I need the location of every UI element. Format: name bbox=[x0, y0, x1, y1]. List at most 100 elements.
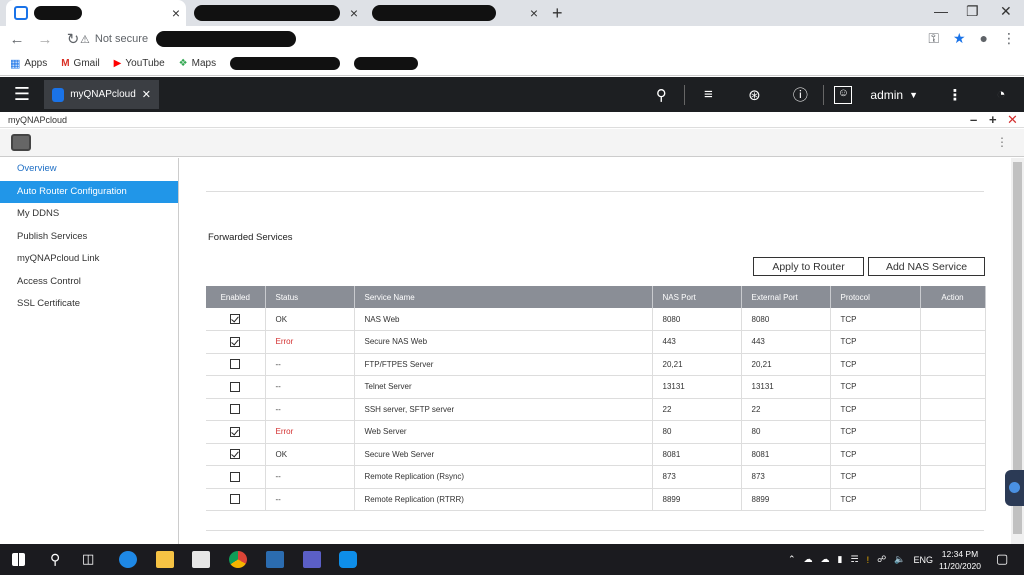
remote-desktop-icon[interactable] bbox=[266, 551, 284, 568]
app-tab-myqnapcloud[interactable]: myQNAPcloud ✕ bbox=[44, 80, 159, 109]
browser-tab[interactable]: × bbox=[186, 0, 364, 26]
enabled-checkbox[interactable] bbox=[230, 494, 241, 505]
bookmark-youtube[interactable]: ▶ YouTube bbox=[114, 58, 165, 69]
search-icon[interactable]: ⚲ bbox=[50, 551, 60, 568]
chrome-icon[interactable] bbox=[229, 551, 247, 568]
browser-tab[interactable]: × bbox=[364, 0, 544, 26]
profile-avatar-icon[interactable]: ● bbox=[980, 30, 988, 47]
close-window-icon[interactable]: ✕ bbox=[1000, 3, 1012, 20]
security-status: Not secure bbox=[94, 33, 149, 45]
floating-widget-icon[interactable] bbox=[1005, 470, 1024, 506]
user-icon: ☺ bbox=[834, 85, 853, 104]
enabled-checkbox-cell[interactable] bbox=[206, 308, 266, 331]
close-icon[interactable]: ✕ bbox=[1007, 112, 1018, 128]
edge-icon[interactable] bbox=[119, 551, 137, 568]
notifications-icon[interactable]: ▢ bbox=[996, 551, 1008, 567]
enabled-checkbox-cell[interactable] bbox=[206, 443, 266, 466]
file-explorer-icon[interactable] bbox=[156, 551, 174, 568]
browser-menu-icon[interactable]: ⋮ bbox=[1002, 30, 1016, 47]
browser-tab-active[interactable]: × bbox=[6, 0, 186, 26]
add-nas-service-button[interactable]: Add NAS Service bbox=[868, 257, 985, 276]
dashboard-gauge-icon[interactable]: ◔ bbox=[978, 86, 1024, 103]
task-view-icon[interactable]: ◫ bbox=[82, 551, 94, 567]
network-wired-icon[interactable]: ☍ bbox=[877, 554, 886, 565]
cloud-icon[interactable]: ☁ bbox=[821, 554, 830, 565]
enabled-checkbox[interactable] bbox=[230, 359, 241, 370]
sidebar-item-access-control[interactable]: Access Control bbox=[0, 271, 178, 294]
layout-toggle-icon[interactable] bbox=[11, 134, 31, 151]
table-row: OK Secure Web Server 8081 8081 TCP bbox=[206, 443, 986, 466]
new-tab-button[interactable]: + bbox=[552, 3, 563, 24]
gmail-icon: M bbox=[61, 58, 70, 69]
forward-arrow-icon[interactable]: → bbox=[34, 31, 56, 48]
column-header-enabled[interactable]: Enabled bbox=[206, 286, 266, 308]
sidebar-item-auto-router-configuration[interactable]: Auto Router Configuration bbox=[0, 180, 178, 203]
info-icon[interactable]: ⓘ bbox=[777, 84, 823, 105]
show-hidden-icons-icon[interactable]: ⌃ bbox=[788, 554, 796, 565]
alert-icon[interactable]: ! bbox=[867, 555, 870, 565]
bookmark-maps[interactable]: ❖ Maps bbox=[179, 58, 216, 69]
sidebar-item-ssl-certificate[interactable]: SSL Certificate bbox=[0, 293, 178, 316]
close-tab-icon[interactable]: × bbox=[172, 5, 180, 21]
bookmark-gmail[interactable]: M Gmail bbox=[61, 58, 99, 69]
network-icon[interactable]: ☴ bbox=[851, 554, 859, 565]
username: admin bbox=[870, 87, 904, 102]
enabled-checkbox-cell[interactable] bbox=[206, 330, 266, 354]
redacted-tab-title bbox=[372, 5, 496, 21]
address-bar[interactable]: ⚠ Not secure bbox=[80, 29, 940, 49]
action-cell bbox=[920, 308, 986, 331]
external-device-icon[interactable]: ⊛ bbox=[731, 86, 777, 104]
user-menu[interactable]: ☺ admin ▼ bbox=[824, 85, 932, 104]
enabled-checkbox[interactable] bbox=[230, 314, 241, 324]
volume-icon[interactable]: 🔈 bbox=[894, 554, 905, 565]
teamviewer-icon[interactable] bbox=[339, 551, 357, 568]
sidebar-item-overview[interactable]: Overview bbox=[0, 158, 178, 181]
enabled-checkbox[interactable] bbox=[230, 381, 241, 392]
column-header-status[interactable]: Status bbox=[265, 286, 355, 308]
enabled-checkbox-cell[interactable] bbox=[206, 420, 266, 444]
close-tab-icon[interactable]: × bbox=[350, 5, 358, 21]
background-tasks-icon[interactable]: ≡ bbox=[685, 86, 731, 103]
caret-down-icon: ▼ bbox=[909, 89, 918, 100]
windows-start-icon[interactable] bbox=[12, 553, 25, 566]
teams-icon[interactable] bbox=[303, 551, 321, 568]
key-icon[interactable]: ⚿ bbox=[928, 30, 939, 47]
service-name-cell: FTP/FTPES Server bbox=[354, 353, 653, 376]
enabled-checkbox-cell[interactable] bbox=[206, 398, 266, 421]
maximize-icon[interactable]: + bbox=[989, 112, 997, 128]
bookmark-star-icon[interactable]: ★ bbox=[953, 30, 966, 47]
column-header-nas-port[interactable]: NAS Port bbox=[652, 286, 742, 308]
enabled-checkbox-cell[interactable] bbox=[206, 375, 266, 399]
apply-to-router-button[interactable]: Apply to Router bbox=[753, 257, 864, 276]
minimize-window-icon[interactable]: — bbox=[934, 3, 948, 19]
more-options-icon[interactable]: ⋮ bbox=[932, 86, 978, 104]
onedrive-icon[interactable]: ☁ bbox=[804, 554, 813, 565]
column-header-external-port[interactable]: External Port bbox=[741, 286, 831, 308]
back-arrow-icon[interactable]: ← bbox=[6, 31, 28, 48]
enabled-checkbox[interactable] bbox=[230, 336, 241, 347]
battery-icon[interactable]: ▮ bbox=[838, 554, 843, 565]
sidebar-item-myqnapcloud-link[interactable]: myQNAPcloud Link bbox=[0, 248, 178, 271]
search-icon[interactable]: ⚲ bbox=[638, 86, 684, 104]
clock[interactable]: 12:34 PM 11/20/2020 bbox=[930, 548, 990, 572]
enabled-checkbox[interactable] bbox=[230, 404, 241, 415]
enabled-checkbox-cell[interactable] bbox=[206, 353, 266, 376]
bookmark-apps[interactable]: ▦ Apps bbox=[10, 57, 47, 70]
minimize-icon[interactable]: – bbox=[970, 112, 977, 128]
column-header-protocol[interactable]: Protocol bbox=[830, 286, 921, 308]
enabled-checkbox-cell[interactable] bbox=[206, 488, 266, 511]
column-header-action[interactable]: Action bbox=[920, 286, 986, 308]
enabled-checkbox[interactable] bbox=[230, 426, 241, 437]
enabled-checkbox-cell[interactable] bbox=[206, 465, 266, 489]
enabled-checkbox[interactable] bbox=[230, 449, 241, 460]
app-more-icon[interactable]: ⋮ bbox=[996, 135, 1008, 149]
restore-window-icon[interactable]: ❐ bbox=[966, 3, 979, 20]
store-icon[interactable] bbox=[192, 551, 210, 568]
column-header-service-name[interactable]: Service Name bbox=[354, 286, 653, 308]
sidebar-item-publish-services[interactable]: Publish Services bbox=[0, 226, 178, 249]
enabled-checkbox[interactable] bbox=[230, 471, 241, 482]
close-app-icon[interactable]: ✕ bbox=[142, 88, 151, 101]
close-tab-icon[interactable]: × bbox=[530, 5, 538, 21]
main-menu-icon[interactable]: ☰ bbox=[0, 84, 44, 105]
sidebar-item-my-ddns[interactable]: My DDNS bbox=[0, 203, 178, 226]
